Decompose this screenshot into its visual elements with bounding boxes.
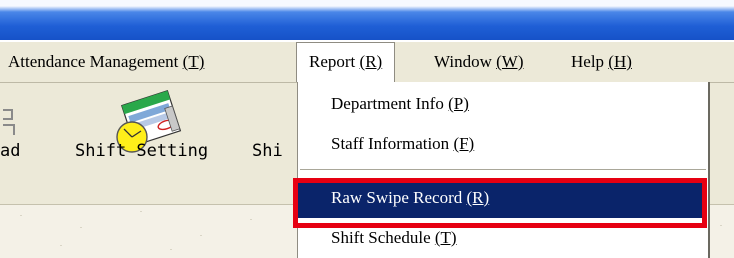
shift-schedule-label: Shift Schedule [331,228,435,247]
menu-help[interactable]: Help (H) [571,42,632,82]
department-info-label: Department Info [331,94,449,113]
record-toolbar-label: ad [0,141,21,161]
shift-setting-toolbar-button[interactable]: Shift Setting [70,83,245,201]
menu-window-label: Window [434,52,497,71]
window-title-bar [0,0,734,40]
staff-information-label: Staff Information [331,134,454,153]
menu-window[interactable]: Window (W) [434,42,524,82]
record-toolbar-button[interactable]: ad [0,83,60,201]
menu-report[interactable]: Report (R) [296,42,396,82]
record-icon [3,109,15,135]
menu-item-staff-information[interactable]: Staff Information (F) [331,134,474,154]
department-info-key: (P) [448,94,469,113]
annotation-highlight-box [293,178,707,228]
menu-separator [300,169,706,171]
menu-attendance-label: Attendance Management [8,52,183,71]
shift-schedule-key: (T) [434,228,457,247]
shift-setting-toolbar-label: Shift Setting [75,141,209,161]
staff-information-key: (F) [453,134,475,153]
menu-report-label: Report [309,52,360,71]
shift-toolbar-button[interactable]: Shi [250,83,298,201]
shift-toolbar-label: Shi [252,141,283,161]
report-dropdown-menu: Department Info (P) Staff Information (F… [297,82,710,258]
menu-help-key: (H) [608,52,632,71]
menu-bar: Attendance Management (T) Report (R) Win… [0,42,734,83]
menu-help-label: Help [571,52,609,71]
menu-attendance-management[interactable]: Attendance Management (T) [8,42,204,82]
menu-item-department-info[interactable]: Department Info (P) [331,94,469,114]
menu-item-shift-schedule[interactable]: Shift Schedule (T) [331,228,457,248]
menu-report-key: (R) [359,52,383,71]
menu-attendance-key: (T) [182,52,205,71]
menu-window-key: (W) [496,52,524,71]
shift-icon [250,83,251,84]
